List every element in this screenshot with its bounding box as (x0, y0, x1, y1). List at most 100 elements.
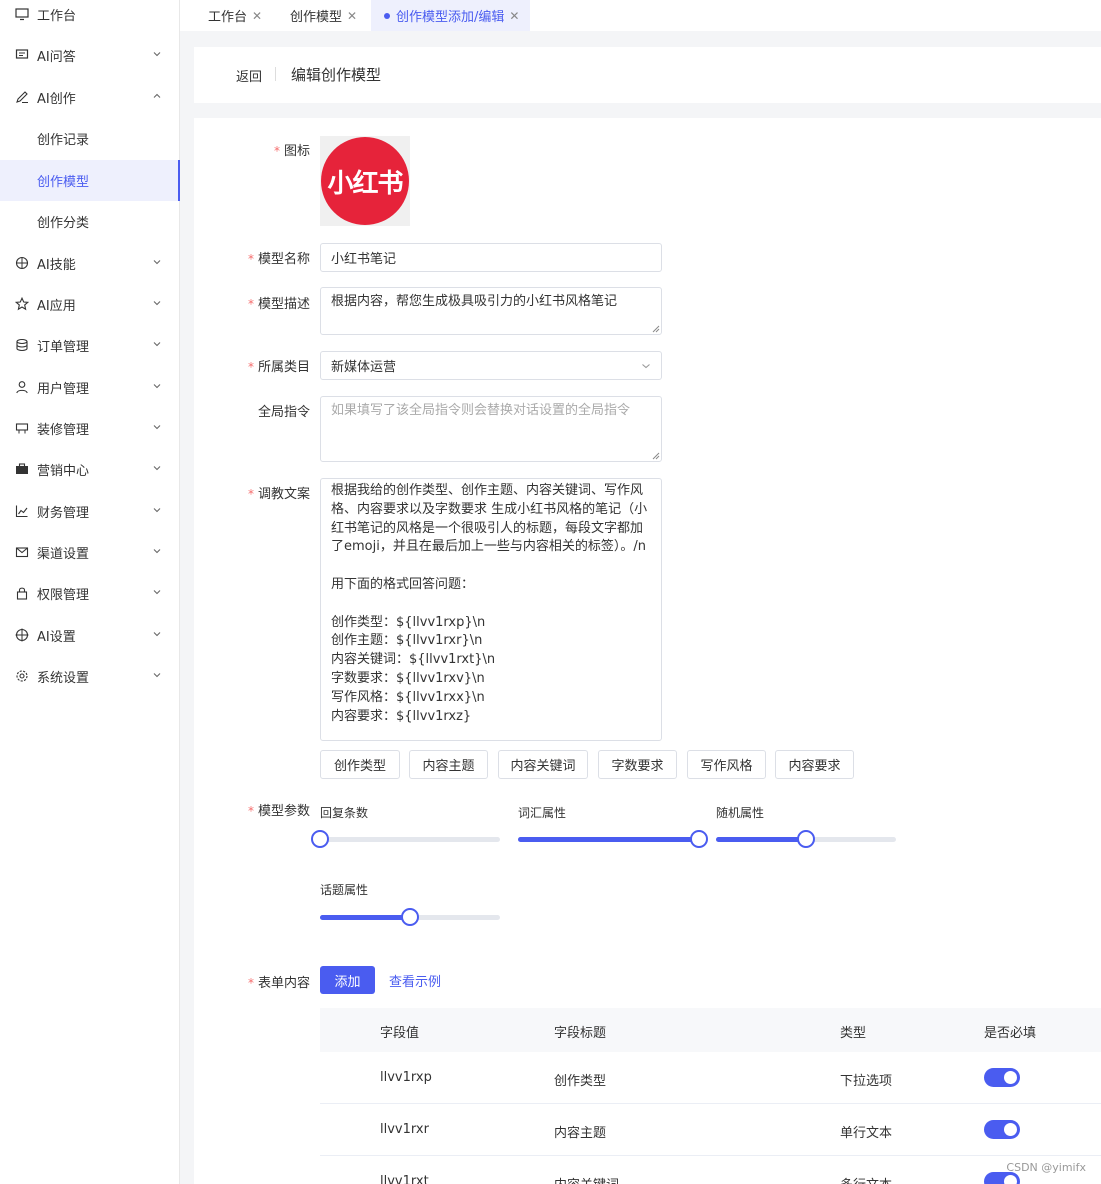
prompt-textarea[interactable]: 根据我给的创作类型、创作主题、内容关键词、写作风格、内容要求以及字数要求 生成小… (320, 478, 662, 741)
column-header: 字段值 (380, 1026, 420, 1041)
tab-label: 工作台 (208, 10, 248, 25)
menu-item-label: 营销中心 (37, 463, 90, 479)
add-field-button[interactable]: 添加 (320, 966, 375, 994)
menu-item-finance[interactable]: 财务管理 (0, 491, 180, 531)
form-content-label: * 表单内容 (248, 972, 310, 991)
monitor-icon (15, 7, 29, 21)
required-mark: * (247, 804, 254, 818)
slider-fill (716, 837, 806, 842)
topic-slider[interactable] (320, 908, 500, 926)
chevron-down-icon (152, 505, 164, 517)
slider-label: 词汇属性 (518, 806, 567, 820)
view-example-link[interactable]: 查看示例 (389, 971, 441, 990)
sub-item-label: 创作模型 (37, 175, 90, 190)
close-icon[interactable]: ✕ (347, 9, 357, 23)
resize-handle-icon[interactable] (652, 325, 660, 333)
slider-handle[interactable] (401, 908, 419, 926)
xiaohongshu-logo: 小红书 (321, 137, 409, 225)
active-dot-icon (384, 12, 390, 19)
insert-var-button[interactable]: 字数要求 (598, 750, 677, 779)
menu-item-decoration[interactable]: 装修管理 (0, 408, 180, 448)
back-link[interactable]: 返回 (236, 66, 262, 85)
label-text: 模型名称 (257, 252, 310, 267)
insert-var-button[interactable]: 内容要求 (775, 750, 854, 779)
pen-icon (15, 90, 29, 104)
menu-item-ai-qa[interactable]: AI问答 (0, 35, 180, 75)
reply-count-slider[interactable] (311, 830, 500, 848)
chevron-down-icon (152, 422, 164, 434)
required-toggle[interactable] (984, 1120, 1020, 1139)
tab-creation-models[interactable]: 创作模型 ✕ (262, 0, 367, 31)
menu-item-label: 渠道设置 (37, 546, 90, 562)
table-row: llvv1rxp 创作类型 下拉选项 (320, 1052, 1101, 1104)
name-field-label: * 模型名称 (248, 248, 310, 267)
required-toggle[interactable] (984, 1068, 1020, 1087)
model-desc-textarea[interactable]: 根据内容，帮您生成极具吸引力的小红书风格笔记 (320, 287, 662, 335)
field-value: llvv1rxt (380, 1174, 429, 1184)
category-field-label: * 所属类目 (248, 356, 310, 375)
menu-item-label: 权限管理 (37, 587, 90, 603)
header-divider (275, 67, 276, 81)
tab-model-edit[interactable]: 创作模型添加/编辑 ✕ (371, 0, 530, 31)
menu-item-label: AI问答 (37, 49, 76, 65)
tab-workbench[interactable]: 工作台 ✕ (180, 0, 272, 31)
insert-var-button[interactable]: 内容关键词 (498, 750, 588, 779)
menu-item-permissions[interactable]: 权限管理 (0, 573, 180, 613)
menu-item-marketing[interactable]: 营销中心 (0, 449, 180, 489)
menu-item-workbench[interactable]: 工作台 (0, 0, 180, 34)
sub-item-creation-records[interactable]: 创作记录 (0, 118, 180, 158)
global-instruction-textarea[interactable]: 如果填写了该全局指令则会替换对话设置的全局指令 (320, 396, 662, 462)
tab-label: 创作模型 (290, 10, 343, 25)
column-header: 是否必填 (984, 1026, 1037, 1041)
label-text: 模型参数 (257, 804, 310, 819)
desc-field-label: * 模型描述 (248, 293, 310, 312)
chevron-down-icon (152, 257, 164, 269)
menu-item-label: AI设置 (37, 629, 76, 645)
tab-label: 创作模型添加/编辑 (396, 10, 505, 25)
close-icon[interactable]: ✕ (252, 9, 262, 23)
slider-handle[interactable] (797, 830, 815, 848)
required-mark: * (273, 144, 280, 158)
menu-item-users[interactable]: 用户管理 (0, 367, 180, 407)
slider-handle[interactable] (690, 830, 708, 848)
category-select[interactable]: 新媒体运营 (320, 351, 662, 380)
table-header: 字段值 字段标题 类型 是否必填 (320, 1008, 1101, 1052)
chevron-down-icon (152, 629, 164, 641)
insert-var-button[interactable]: 内容主题 (409, 750, 488, 779)
slider-handle[interactable] (311, 830, 329, 848)
model-name-input[interactable]: 小红书笔记 (320, 243, 662, 272)
chevron-down-icon (152, 49, 164, 61)
label-text: 所属类目 (257, 360, 310, 375)
resize-handle-icon[interactable] (652, 452, 660, 460)
menu-item-orders[interactable]: 订单管理 (0, 325, 180, 365)
label-text: 模型描述 (257, 297, 310, 312)
menu-item-label: 装修管理 (37, 422, 90, 438)
close-icon[interactable]: ✕ (509, 9, 519, 23)
insert-var-button[interactable]: 创作类型 (320, 750, 400, 779)
skill-icon (15, 256, 29, 270)
menu-item-label: 工作台 (37, 8, 77, 24)
vocabulary-slider[interactable] (518, 830, 708, 848)
menu-item-ai-skills[interactable]: AI技能 (0, 243, 180, 283)
model-icon-upload[interactable]: 小红书 (320, 136, 410, 226)
menu-item-label: AI技能 (37, 257, 76, 273)
star-icon (15, 297, 29, 311)
sub-item-label: 创作记录 (37, 132, 90, 148)
sidebar: 工作台 AI问答 AI创作 创作记录 创作模型 创作分类 AI技能 AI应用 订… (0, 0, 180, 1184)
menu-item-ai-create[interactable]: AI创作 (0, 77, 180, 117)
lock-icon (15, 586, 29, 600)
field-type: 单行文本 (840, 1126, 893, 1141)
menu-item-ai-settings[interactable]: AI设置 (0, 615, 180, 655)
sub-item-creation-models[interactable]: 创作模型 (0, 160, 180, 201)
sub-item-creation-categories[interactable]: 创作分类 (0, 201, 180, 241)
insert-var-button[interactable]: 写作风格 (687, 750, 766, 779)
menu-item-channels[interactable]: 渠道设置 (0, 532, 180, 572)
chart-icon (15, 504, 29, 518)
menu-item-label: AI应用 (37, 298, 76, 314)
required-mark: * (247, 487, 254, 501)
label-text: 全局指令 (257, 405, 310, 420)
logo-text: 小红书 (327, 168, 403, 199)
randomness-slider[interactable] (716, 830, 896, 848)
menu-item-system-settings[interactable]: 系统设置 (0, 656, 180, 696)
menu-item-ai-apps[interactable]: AI应用 (0, 284, 180, 324)
